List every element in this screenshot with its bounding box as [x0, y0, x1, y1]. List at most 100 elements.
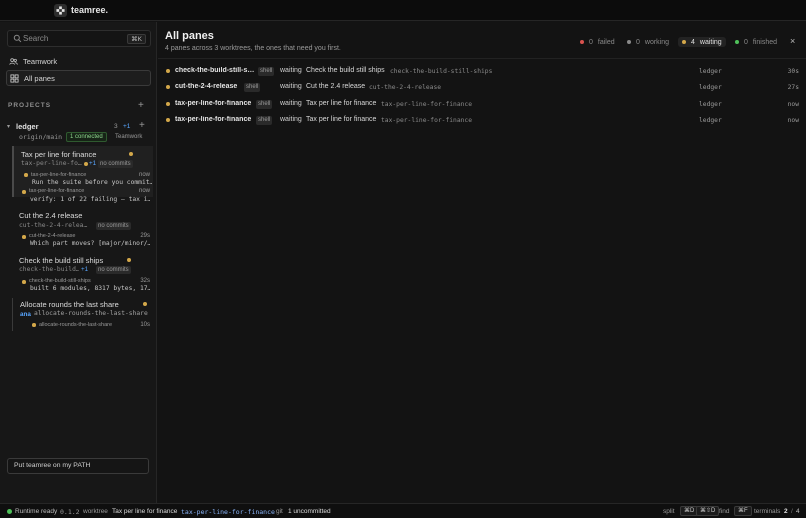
pane-time: now	[138, 172, 150, 178]
worktree-slug: tax-per-line-fo…	[21, 160, 82, 167]
search-shortcut: ⌘K	[127, 34, 146, 44]
worktree-slug: cut-the-2-4-relea…	[19, 222, 88, 229]
search-input[interactable]: Search ⌘K	[7, 30, 151, 47]
waiting-dot	[129, 152, 133, 156]
project-worktree-count: 3	[114, 123, 118, 130]
shell-badge: shell	[256, 100, 273, 109]
pane-name: allocate-rounds-the-last-share	[39, 322, 113, 328]
pane-time: 29s	[140, 233, 150, 239]
connected-badge: 1 connected	[66, 132, 107, 142]
pane-name: tax-per-line-for-finance	[29, 188, 85, 194]
pane-branch: tax-per-line-for-finance	[381, 101, 472, 108]
waiting-dot	[143, 302, 147, 306]
pane-project: ledger	[699, 101, 722, 108]
worktree-cut-release[interactable]: Cut the 2.4 release cut-the-2-4-relea… n…	[12, 209, 153, 251]
shell-badge: shell	[258, 67, 275, 76]
worktree-title: Cut the 2.4 release	[19, 211, 83, 220]
project-name: ledger	[16, 122, 39, 131]
pane-waiting-dot	[32, 323, 36, 327]
status-bar: Runtime ready 0.1.2 worktree Tax per lin…	[0, 503, 806, 518]
find-shortcut[interactable]: ⌘F	[734, 506, 752, 516]
page-subtitle: 4 panes across 3 worktrees, the ones tha…	[165, 45, 341, 52]
waiting-dot	[166, 118, 170, 122]
projects-heading: PROJECTS	[8, 102, 52, 109]
nav-all-panes-label: All panes	[24, 73, 55, 83]
waiting-dot	[682, 40, 686, 44]
main-panel: All panes 4 panes across 3 worktrees, th…	[158, 22, 806, 503]
pane-task: Tax per line for finance	[306, 116, 377, 123]
finished-dot	[735, 40, 739, 44]
shell-badge: shell	[244, 83, 261, 92]
filter-count: 0	[636, 38, 640, 46]
pane-time: now	[138, 188, 150, 194]
worktree-title: Allocate rounds the last share	[20, 300, 119, 309]
nav-all-panes[interactable]: All panes	[6, 70, 151, 86]
pane-message: Which part moves? [major/minor/…	[30, 240, 150, 247]
worktree-allocate-rounds[interactable]: Allocate rounds the last share ana alloc…	[12, 298, 153, 331]
add-worktree-button[interactable]: +	[139, 120, 145, 131]
pane-name: tax-per-line-for-finance	[31, 172, 87, 178]
pane-project: ledger	[699, 84, 722, 91]
pane-project: ledger	[699, 68, 722, 75]
pane-waiting-dot	[24, 173, 28, 177]
pane-message: verify: 1 of 22 failing — tax i…	[30, 196, 150, 203]
filter-working[interactable]: 0 working	[627, 37, 669, 47]
worktree-slug: check-the-build…	[19, 266, 79, 273]
put-on-path-button[interactable]: Put teamree on my PATH	[7, 458, 149, 474]
pane-task: Check the build still ships	[306, 67, 385, 74]
pane-status: waiting	[280, 83, 302, 90]
pane-message: Run the suite before you commit…	[32, 179, 152, 186]
shell-badge: shell	[256, 116, 273, 125]
filter-waiting[interactable]: 4 waiting	[678, 37, 726, 47]
filter-finished[interactable]: 0 finished	[735, 37, 777, 47]
pane-time: now	[787, 117, 799, 124]
project-branch: origin/main	[19, 133, 63, 141]
filter-count: 0	[589, 38, 593, 46]
pane-branch: tax-per-line-for-finance	[381, 117, 472, 124]
search-placeholder: Search	[23, 34, 49, 43]
pane-name: tax-per-line-for-finance	[175, 100, 252, 107]
pane-time: 32s	[140, 278, 150, 284]
waiting-dot	[166, 69, 170, 73]
pane-time: 27s	[787, 84, 799, 91]
split-vertical-shortcut[interactable]: ⌘⇧D	[696, 506, 720, 516]
logo-icon	[54, 4, 67, 17]
nav-teamwork-label: Teamwork	[23, 57, 58, 66]
worktree-delta: +1	[89, 160, 97, 167]
worktree-title: Check the build still ships	[19, 256, 104, 265]
worktree-name: Tax per line for finance	[112, 508, 178, 515]
pane-time: 10s	[140, 322, 150, 328]
add-project-button[interactable]: +	[138, 100, 144, 111]
table-row[interactable]: cut-the-2-4-release shell waiting Cut th…	[158, 79, 806, 94]
split-label: split	[663, 508, 675, 515]
filter-label: waiting	[699, 38, 722, 46]
pane-task: Tax per line for finance	[306, 100, 377, 107]
pane-status: waiting	[280, 116, 302, 123]
divider	[158, 58, 806, 59]
git-label: git	[276, 508, 283, 515]
pane-branch: check-the-build-still-ships	[390, 68, 493, 75]
waiting-dot	[166, 85, 170, 89]
table-row[interactable]: check-the-build-still-s… shell waiting C…	[158, 63, 806, 78]
pane-item[interactable]: tax-per-line-for-finance now verify: 1 o…	[12, 187, 153, 207]
pane-time: now	[787, 101, 799, 108]
pane-name: check-the-build-still-ships	[29, 278, 91, 284]
table-row[interactable]: tax-per-line-for-finance shell waiting T…	[158, 96, 806, 111]
worktree-check-build[interactable]: Check the build still ships check-the-bu…	[12, 254, 153, 296]
working-dot	[627, 40, 631, 44]
runtime-status: Runtime ready	[15, 508, 58, 515]
waiting-dot	[127, 258, 131, 262]
no-commits-badge: no commits	[98, 160, 133, 168]
runtime-status-dot	[7, 509, 12, 514]
table-row[interactable]: tax-per-line-for-finance shell waiting T…	[158, 112, 806, 127]
close-icon[interactable]: ×	[790, 36, 795, 46]
nav-teamwork[interactable]: Teamwork	[6, 54, 151, 69]
pane-time: 30s	[787, 68, 799, 75]
failed-dot	[580, 40, 584, 44]
waiting-dot	[166, 102, 170, 106]
worktree-delta: +1	[81, 266, 89, 273]
chevron-down-icon[interactable]: ▾	[7, 123, 10, 130]
pane-project: ledger	[699, 117, 722, 124]
no-commits-badge: no commits	[96, 222, 131, 230]
filter-failed[interactable]: 0 failed	[580, 37, 615, 47]
